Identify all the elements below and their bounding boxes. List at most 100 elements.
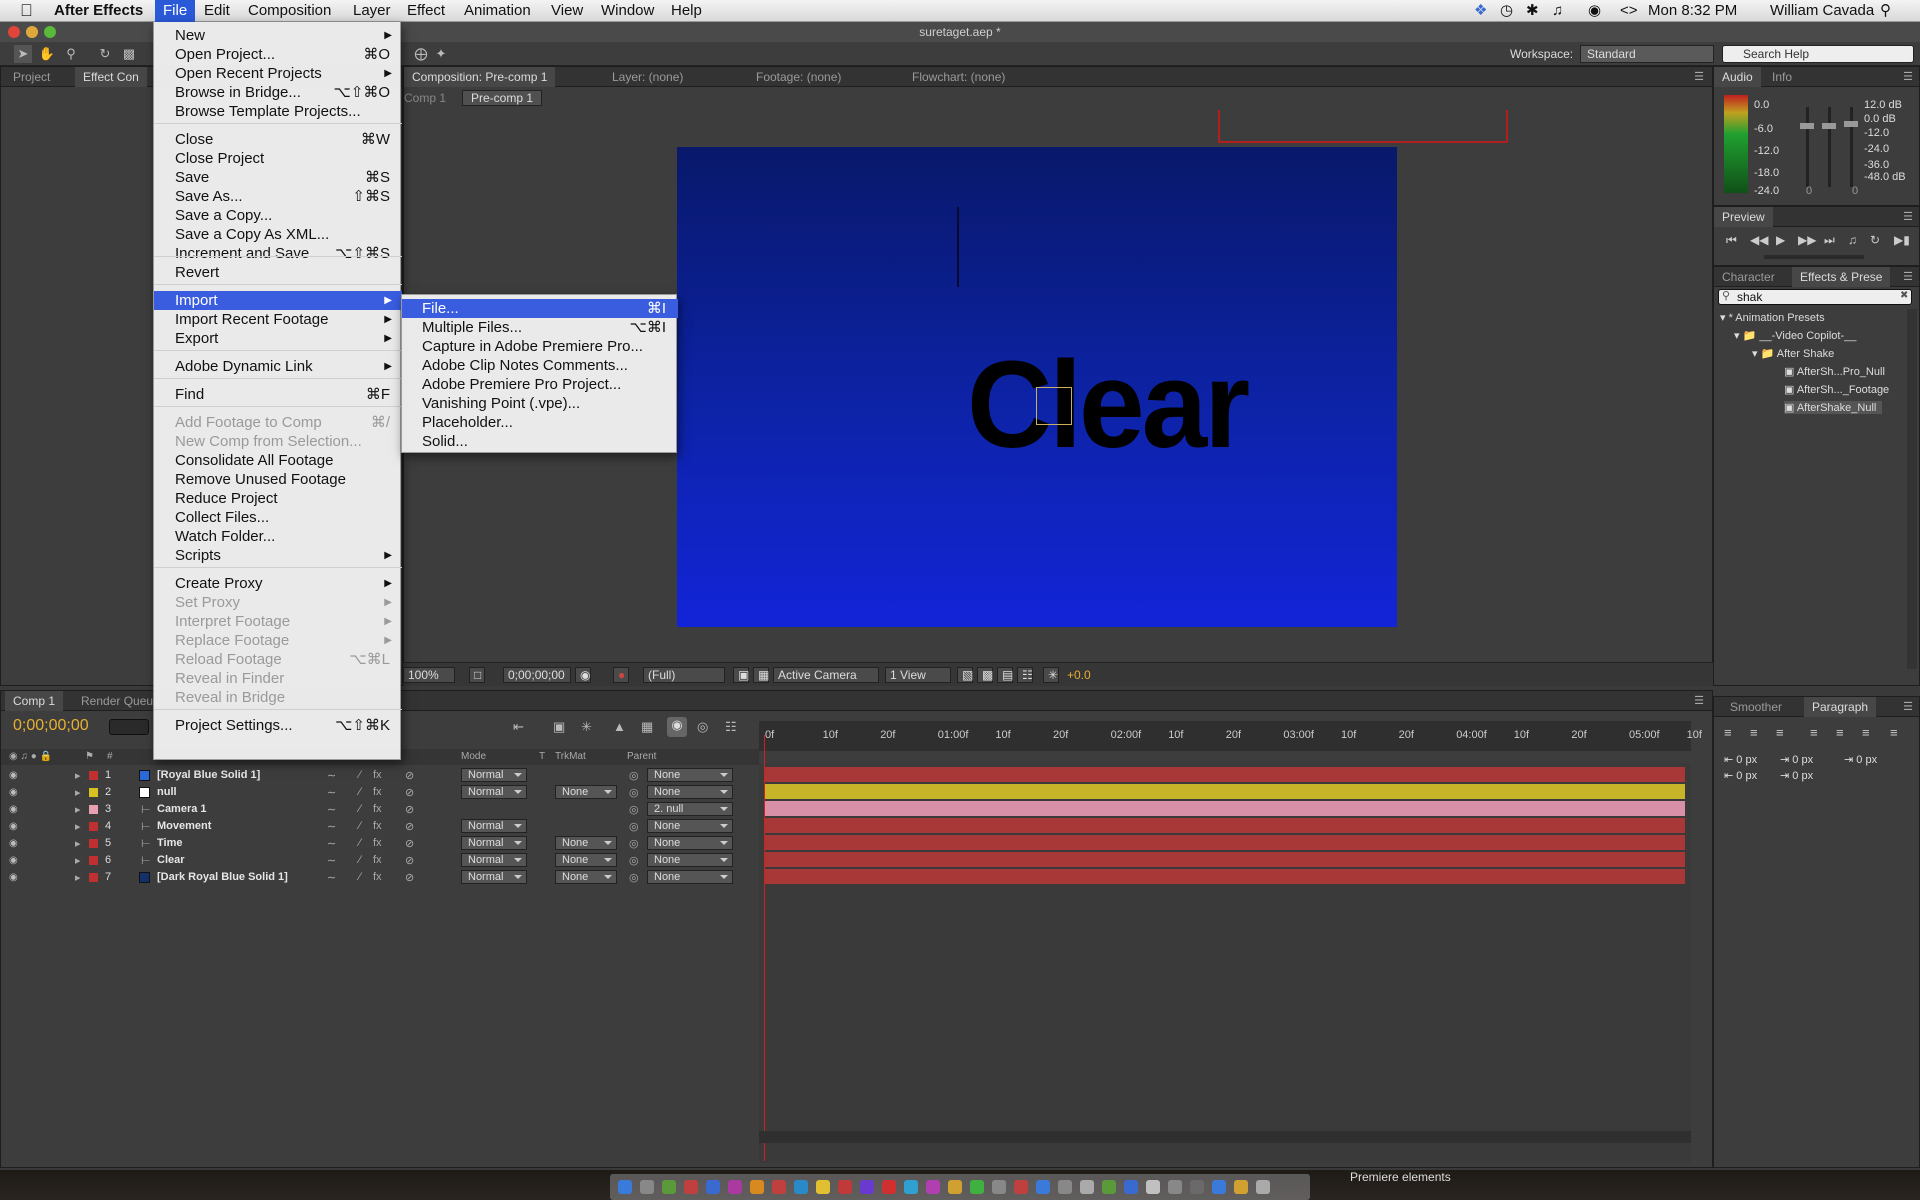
eye-icon[interactable]: ◉ [9, 787, 21, 798]
tab-audio[interactable]: Audio [1714, 67, 1761, 87]
fast-previews-icon[interactable]: ▩ [977, 667, 993, 683]
graph-editor-icon[interactable]: ◎ [697, 719, 708, 735]
parent-select[interactable]: 2. null [647, 802, 733, 816]
frame-blending-icon[interactable]: ▦ [641, 719, 653, 735]
dock-app-icon[interactable] [882, 1180, 896, 1194]
mode-select[interactable]: Normal [461, 853, 527, 867]
fx-switch-icon[interactable]: fx [373, 769, 382, 781]
dropbox-icon[interactable]: ❖ [1474, 0, 1487, 22]
import-menu-item-adobe-clip-notes-comments[interactable]: Adobe Clip Notes Comments... [402, 356, 678, 375]
eye-icon[interactable]: ◉ [9, 855, 21, 866]
zoom-window-button[interactable] [44, 26, 56, 38]
breadcrumb-comp-1[interactable]: Comp 1 [404, 91, 446, 105]
safe-margins-icon[interactable]: □ [469, 667, 485, 683]
layer-name[interactable]: Clear [157, 854, 185, 866]
fx-switch-icon[interactable]: fx [373, 820, 382, 832]
tab-layer[interactable]: Layer: (none) [604, 67, 691, 87]
dock-app-icon[interactable] [838, 1180, 852, 1194]
mode-select[interactable]: Normal [461, 836, 527, 850]
justify-center-icon[interactable]: ≡ [1836, 725, 1844, 740]
file-menu-item-import-recent-footage[interactable]: Import Recent Footage ▶ [154, 310, 402, 329]
menu-window[interactable]: Window [593, 0, 662, 22]
audio-fader-master[interactable] [1844, 121, 1858, 127]
quality-switch-icon[interactable]: ∕ [359, 769, 361, 781]
dock-app-icon[interactable] [992, 1180, 1006, 1194]
file-menu-item-save[interactable]: Save ⌘S [154, 168, 402, 187]
file-menu-item-adobe-dynamic-link[interactable]: Adobe Dynamic Link ▶ [154, 357, 402, 376]
tab-effect-controls[interactable]: Effect Con [75, 67, 147, 87]
workspace-select[interactable]: Standard [1580, 45, 1714, 63]
dock-app-icon[interactable] [794, 1180, 808, 1194]
pick-whip-icon[interactable]: ◎ [629, 786, 639, 799]
flowchart-icon[interactable]: ☷ [1017, 667, 1033, 683]
expand-arrow-icon[interactable]: ▸ [75, 837, 81, 850]
paragraph-panel-menu-icon[interactable]: ☰ [1901, 700, 1915, 714]
mode-select[interactable]: Normal [461, 785, 527, 799]
tree-preset-footage[interactable]: ▣ AfterSh..._Footage [1784, 383, 1889, 396]
expand-arrow-icon[interactable]: ▸ [75, 803, 81, 816]
file-menu-item-open-recent-projects[interactable]: Open Recent Projects ▶ [154, 64, 402, 83]
pick-whip-icon[interactable]: ◎ [629, 837, 639, 850]
quality-switch-icon[interactable]: ∕ [359, 803, 361, 815]
tab-project[interactable]: Project [5, 67, 58, 87]
pick-whip-icon[interactable]: ◎ [629, 769, 639, 782]
close-window-button[interactable] [8, 26, 20, 38]
menu-animation[interactable]: Animation [456, 0, 539, 22]
mode-select[interactable]: Normal [461, 819, 527, 833]
hand-tool-icon[interactable]: ✋ [38, 45, 56, 63]
dock-app-icon[interactable] [1190, 1180, 1204, 1194]
menu-effect[interactable]: Effect [399, 0, 453, 22]
file-menu-item-new[interactable]: New ▶ [154, 26, 402, 45]
layer-label-color[interactable] [89, 788, 98, 797]
file-menu-item-remove-unused-footage[interactable]: Remove Unused Footage [154, 470, 402, 489]
toggle-pixel-aspect-icon[interactable]: ▧ [957, 667, 973, 683]
mode-select[interactable]: Normal [461, 768, 527, 782]
dock-app-icon[interactable] [860, 1180, 874, 1194]
timeline-zoom-scrollbar[interactable] [759, 1131, 1691, 1143]
space-after-field[interactable]: ⇥ 0 px [1780, 769, 1813, 782]
tree-preset-pro-null[interactable]: ▣ AfterSh...Pro_Null [1784, 365, 1885, 378]
align-center-icon[interactable]: ≡ [1750, 725, 1758, 740]
file-menu-item-find[interactable]: Find ⌘F [154, 385, 402, 404]
layer-label-color[interactable] [89, 856, 98, 865]
loop-icon[interactable]: ↻ [1870, 233, 1880, 247]
tab-effects-presets[interactable]: Effects & Prese [1792, 267, 1891, 287]
dock-app-icon[interactable] [1014, 1180, 1028, 1194]
code-icon[interactable]: <> [1620, 0, 1638, 22]
tab-preview[interactable]: Preview [1714, 207, 1773, 227]
shy-switch-icon[interactable]: ∼ [327, 820, 336, 833]
layer-duration-bar[interactable] [765, 767, 1685, 782]
expand-arrow-icon[interactable]: ▸ [75, 820, 81, 833]
layer-duration-bar[interactable] [765, 818, 1685, 833]
brainstorm-icon[interactable]: ☷ [725, 719, 737, 735]
motion-blur-switch-icon[interactable]: ⊘ [405, 871, 414, 884]
eye-icon[interactable]: ◉ [9, 804, 21, 815]
transparency-grid-icon[interactable]: ▦ [753, 667, 769, 683]
justify-right-icon[interactable]: ≡ [1862, 725, 1870, 740]
shy-switch-icon[interactable]: ∼ [327, 769, 336, 782]
fx-switch-icon[interactable]: fx [373, 871, 382, 883]
layer-duration-bar[interactable] [765, 801, 1685, 816]
layer-name[interactable]: [Dark Royal Blue Solid 1] [157, 871, 288, 883]
pick-whip-icon[interactable]: ◎ [629, 820, 639, 833]
file-menu-item-scripts[interactable]: Scripts ▶ [154, 546, 402, 565]
timeline-search-input[interactable] [109, 719, 149, 735]
layer-name[interactable]: Movement [157, 820, 211, 832]
menu-file[interactable]: File [155, 0, 196, 22]
quality-switch-icon[interactable]: ∕ [359, 820, 361, 832]
layer-row[interactable]: ◉ ▸ 6 ⊢ Clear ∼ ∕ fx ⊘ Normal None ◎ None [1, 852, 759, 869]
track-area[interactable] [759, 763, 1691, 1163]
effects-panel-menu-icon[interactable]: ☰ [1901, 270, 1915, 284]
effects-search-input[interactable]: shak [1718, 289, 1912, 305]
layer-name[interactable]: Time [157, 837, 182, 849]
region-of-interest-icon[interactable]: ▣ [733, 667, 749, 683]
timeline-panel-menu-icon[interactable]: ☰ [1692, 694, 1706, 708]
first-frame-icon[interactable]: ⏮ [1726, 233, 1737, 248]
preview-scrub-track[interactable] [1764, 255, 1864, 259]
camera-view-select[interactable]: Active Camera [773, 667, 879, 683]
justify-all-icon[interactable]: ≡ [1890, 725, 1898, 740]
expand-arrow-icon[interactable]: ▸ [75, 769, 81, 782]
import-menu-item-solid[interactable]: Solid... [402, 432, 678, 451]
view-layout-select[interactable]: 1 View [885, 667, 951, 683]
file-menu-item-close[interactable]: Close ⌘W [154, 130, 402, 149]
